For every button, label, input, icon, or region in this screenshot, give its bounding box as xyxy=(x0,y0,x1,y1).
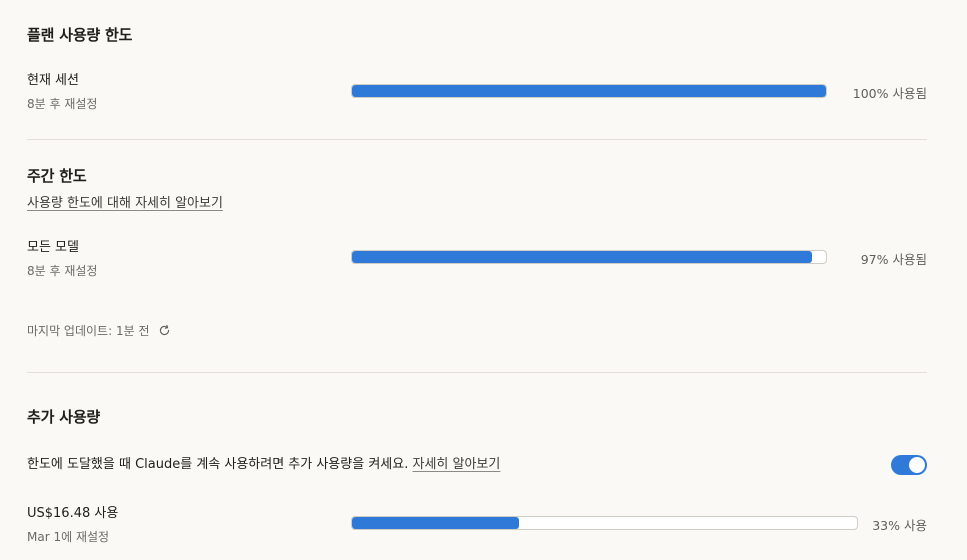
usage-limits-learn-more-link[interactable]: 사용량 한도에 대해 자세히 알아보기 xyxy=(27,192,223,211)
extra-spend-reset: Mar 1에 재설정 xyxy=(27,530,110,544)
all-models-percent: 97% 사용됨 xyxy=(860,252,927,267)
extra-spend-progress-bar xyxy=(351,516,858,530)
extra-usage-toggle[interactable] xyxy=(891,455,927,475)
last-updated-text: 마지막 업데이트: 1분 전 xyxy=(27,324,150,338)
extra-spend-progress-fill xyxy=(352,517,519,529)
all-models-progress-bar xyxy=(351,250,827,264)
extra-usage-description: 한도에 도달했을 때 Claude를 계속 사용하려면 추가 사용량을 켜세요. xyxy=(27,457,409,472)
extra-usage-description-row: 한도에 도달했을 때 Claude를 계속 사용하려면 추가 사용량을 켜세요.… xyxy=(27,453,500,472)
extra-usage-title: 추가 사용량 xyxy=(27,408,101,426)
refresh-icon[interactable] xyxy=(158,324,171,337)
current-session-progress-fill xyxy=(352,85,826,97)
divider xyxy=(27,372,927,373)
current-session-progress-bar xyxy=(351,84,827,98)
toggle-knob xyxy=(909,457,925,473)
last-updated-row: 마지막 업데이트: 1분 전 xyxy=(27,322,171,339)
weekly-limits-title: 주간 한도 xyxy=(27,167,87,185)
current-session-percent: 100% 사용됨 xyxy=(852,86,927,101)
plan-limits-title: 플랜 사용량 한도 xyxy=(27,26,133,44)
all-models-reset: 8분 후 재설정 xyxy=(27,264,98,278)
current-session-reset: 8분 후 재설정 xyxy=(27,97,98,111)
current-session-label: 현재 세션 xyxy=(27,73,79,88)
all-models-progress-fill xyxy=(352,251,812,263)
all-models-label: 모든 모델 xyxy=(27,240,79,255)
extra-usage-learn-more-link[interactable]: 자세히 알아보기 xyxy=(412,457,500,472)
extra-spend-label: US$16.48 사용 xyxy=(27,506,119,521)
divider xyxy=(27,139,927,140)
extra-spend-percent: 33% 사용 xyxy=(872,518,927,533)
